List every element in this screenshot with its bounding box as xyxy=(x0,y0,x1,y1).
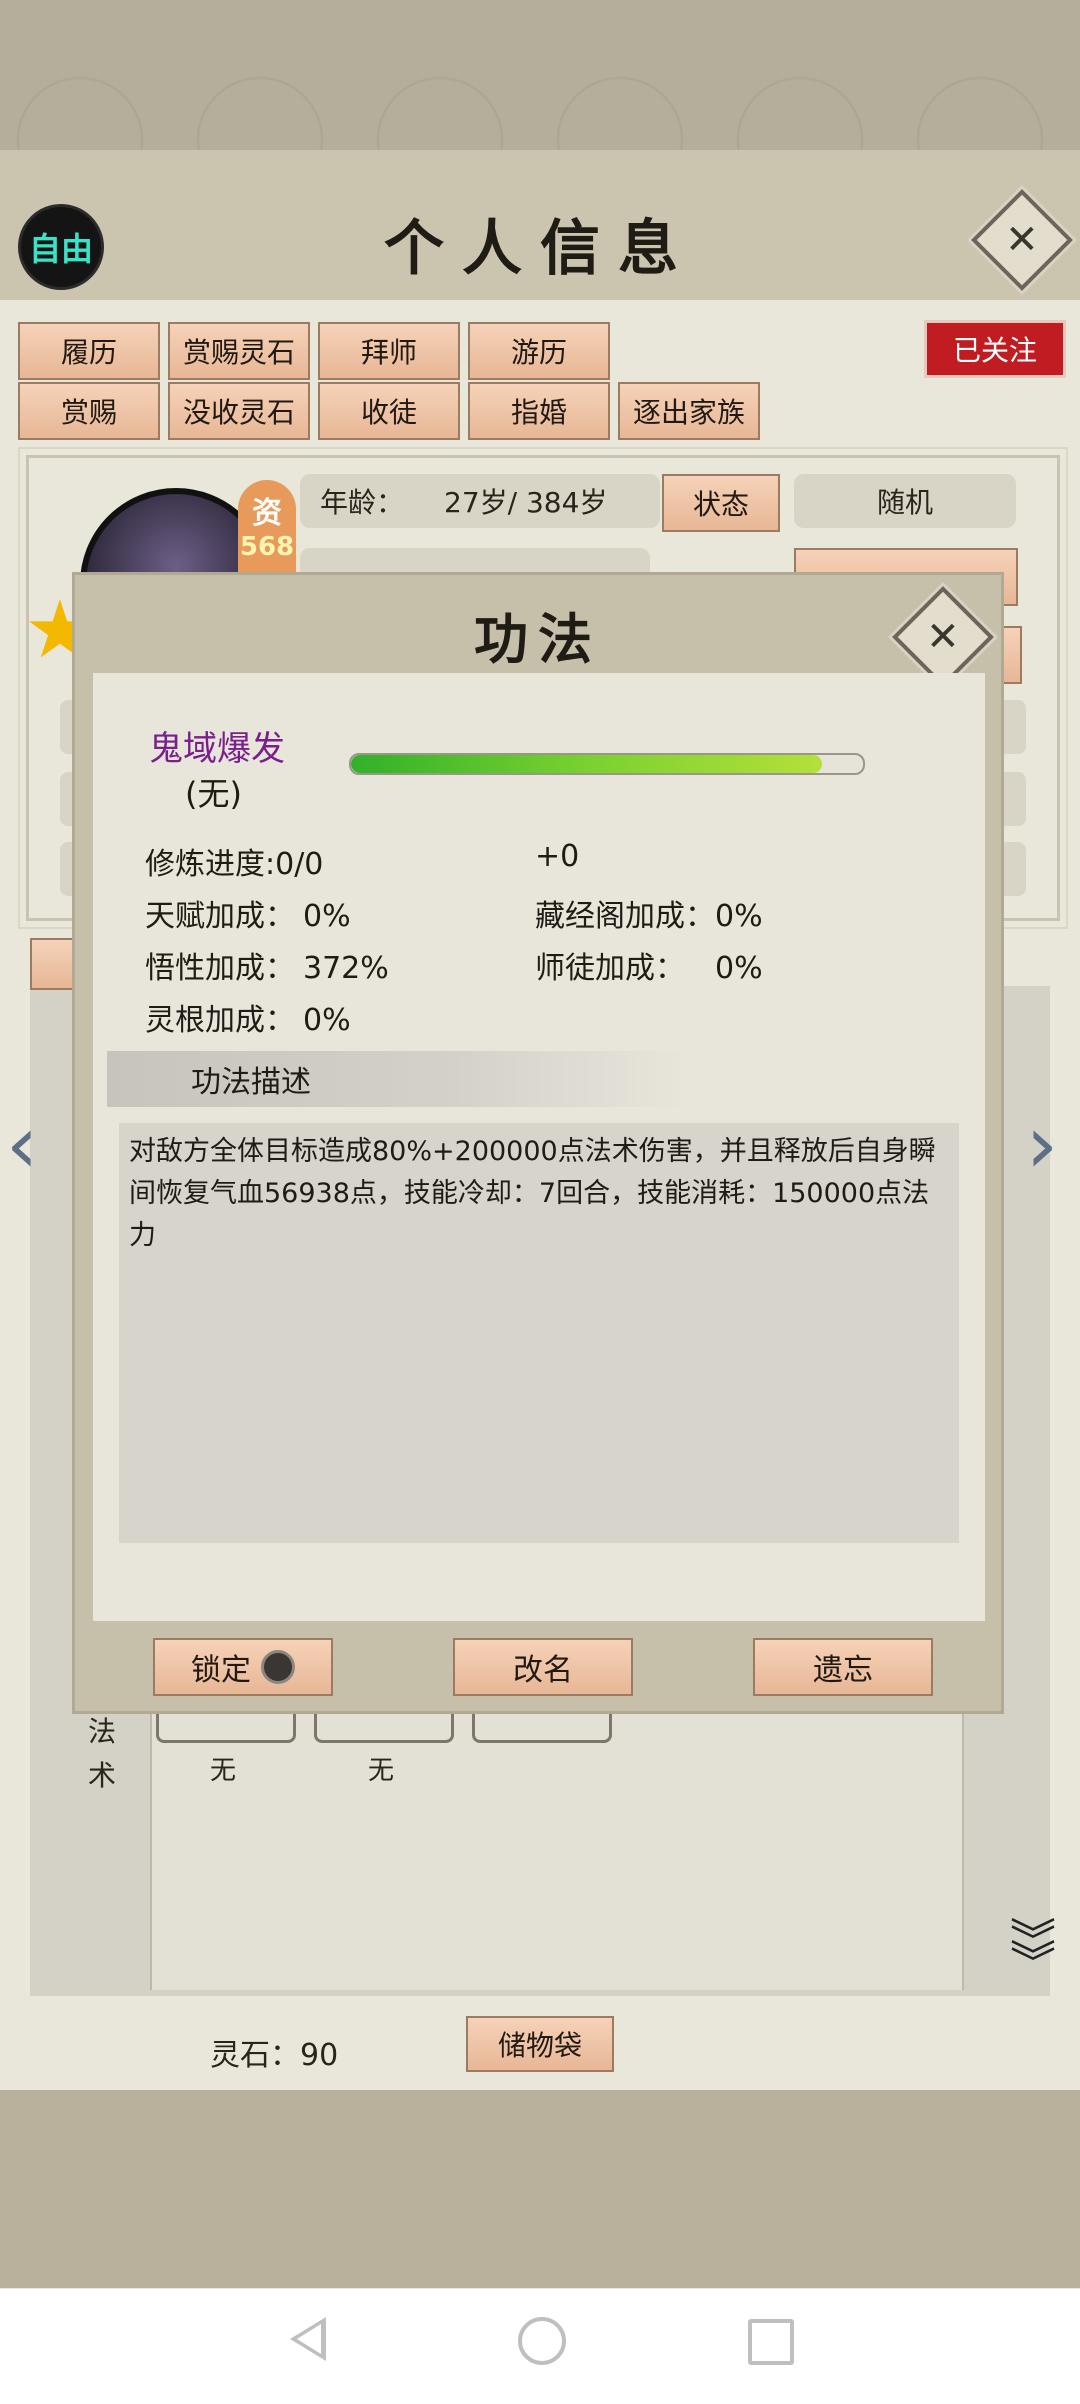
skill-modal: 功法 ✕ 鬼域爆发 (无) 修炼进度:0/0 +0 天赋加成： 0% 藏经阁加成：… xyxy=(72,572,1004,1714)
follow-badge[interactable]: 已关注 xyxy=(924,320,1066,378)
accept-disciple-button[interactable]: 收徒 xyxy=(318,382,460,440)
spirit-stone-count: 灵石：90 xyxy=(210,2038,339,2073)
spell-slot-2-label: 无 xyxy=(367,1756,394,1786)
header-bar: 自由 个人信息 ✕ xyxy=(0,150,1080,300)
library-value: 0% xyxy=(715,899,763,934)
recent-apps-icon[interactable] xyxy=(748,2319,794,2365)
library-label: 藏经阁加成： xyxy=(535,899,715,934)
modal-title: 功法 xyxy=(474,607,602,671)
spells-section-label: 法术 xyxy=(88,1715,117,1792)
travel-button[interactable]: 游历 xyxy=(468,322,610,380)
training-progress-fill xyxy=(351,755,823,773)
mentor-bonus: 师徒加成： 0% xyxy=(535,943,763,987)
back-icon[interactable] xyxy=(290,2317,326,2361)
spell-slot-1-label: 无 xyxy=(209,1756,236,1786)
talent-value: 0% xyxy=(303,899,351,934)
prev-arrow-icon[interactable]: ‹ xyxy=(6,1105,38,1185)
lock-toggle-icon xyxy=(261,1650,295,1684)
skill-description: 对敌方全体目标造成80%+200000点法术伤害，并且释放后自身瞬间恢复气血56… xyxy=(119,1123,959,1543)
arrange-marriage-button[interactable]: 指婚 xyxy=(468,382,610,440)
confiscate-spirit-stone-button[interactable]: 没收灵石 xyxy=(168,382,310,440)
skill-name: 鬼域爆发 xyxy=(149,729,285,769)
close-icon: ✕ xyxy=(926,613,960,660)
state-button[interactable]: 状态 xyxy=(662,474,780,532)
spirit-root-value: 0% xyxy=(303,1003,351,1038)
rename-button[interactable]: 改名 xyxy=(453,1638,633,1696)
panel-tab[interactable] xyxy=(30,938,74,990)
talent-label: 天赋加成： xyxy=(145,899,295,934)
training-bonus-text: +0 xyxy=(535,839,580,874)
description-header: 功法描述 xyxy=(107,1051,687,1107)
spirit-root-bonus: 灵根加成： 0% xyxy=(145,995,351,1039)
mentor-label: 师徒加成： xyxy=(535,951,685,986)
age-field: 年龄： 27岁/ 384岁 xyxy=(300,474,660,528)
qualification-char: 资 xyxy=(252,496,282,531)
library-bonus: 藏经阁加成：0% xyxy=(535,891,763,935)
system-nav-bar xyxy=(0,2288,1080,2404)
storage-bag-button[interactable]: 储物袋 xyxy=(466,2016,614,2072)
state-value: 随机 xyxy=(794,474,1016,528)
close-icon: ✕ xyxy=(1005,216,1039,263)
lock-label: 锁定 xyxy=(191,1653,251,1688)
qualification-value: 568 xyxy=(239,532,295,562)
history-button[interactable]: 履历 xyxy=(18,322,160,380)
top-decoration xyxy=(0,0,1080,150)
training-progress-text: 修炼进度:0/0 xyxy=(145,847,324,882)
comprehension-label: 悟性加成： xyxy=(145,951,295,986)
age-label: 年龄： xyxy=(320,486,405,519)
become-disciple-button[interactable]: 拜师 xyxy=(318,322,460,380)
age-value: 27岁/ 384岁 xyxy=(444,486,608,519)
lock-button[interactable]: 锁定 xyxy=(153,1638,333,1696)
next-arrow-icon[interactable]: › xyxy=(1026,1105,1058,1185)
scroll-down-icon[interactable]: ︾ ︾ xyxy=(1010,1918,1056,1986)
training-progress-bar xyxy=(349,753,865,775)
comprehension-bonus: 悟性加成： 372% xyxy=(145,943,389,987)
spirit-root-label: 灵根加成： xyxy=(145,1003,295,1038)
home-icon[interactable] xyxy=(518,2317,566,2365)
modal-content: 鬼域爆发 (无) 修炼进度:0/0 +0 天赋加成： 0% 藏经阁加成：0% 悟性… xyxy=(93,673,985,1621)
talent-bonus: 天赋加成： 0% xyxy=(145,891,351,935)
forget-button[interactable]: 遗忘 xyxy=(753,1638,933,1696)
mentor-value: 0% xyxy=(715,951,763,986)
comprehension-value: 372% xyxy=(303,951,389,986)
reward-spirit-stone-button[interactable]: 赏赐灵石 xyxy=(168,322,310,380)
reward-button[interactable]: 赏赐 xyxy=(18,382,160,440)
expel-from-clan-button[interactable]: 逐出家族 xyxy=(618,382,760,440)
page-title: 个人信息 xyxy=(384,214,696,284)
skill-status: (无) xyxy=(185,775,242,813)
